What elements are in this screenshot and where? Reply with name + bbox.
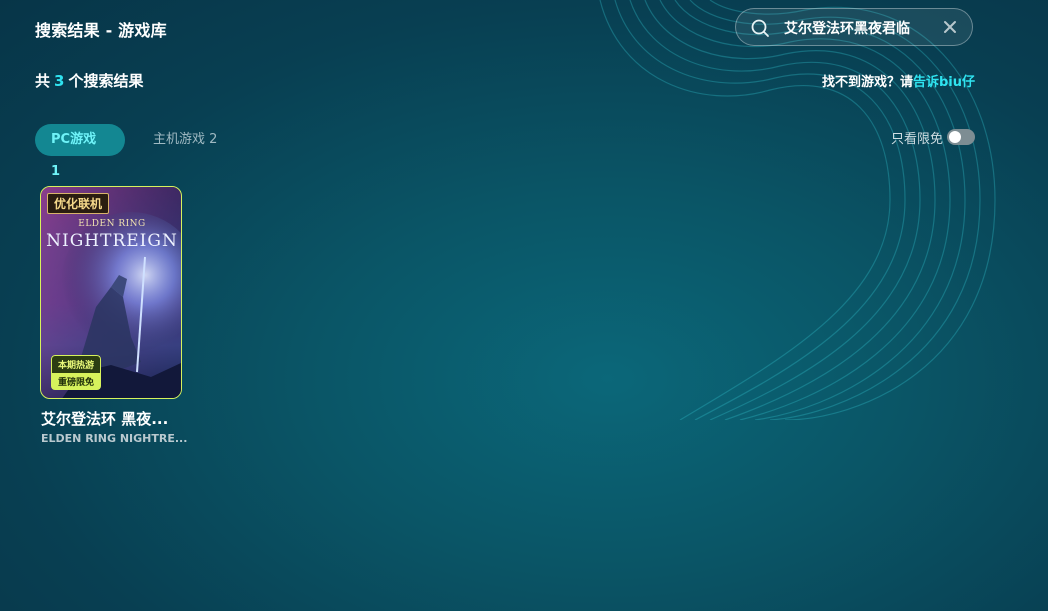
result-count-number: 3 (54, 72, 65, 90)
search-icon[interactable] (750, 18, 770, 38)
search-input[interactable] (784, 18, 934, 38)
tag-free: 重磅限免 (51, 373, 101, 390)
close-icon[interactable] (942, 19, 958, 35)
free-only-toggle[interactable] (947, 129, 975, 145)
tag-hot: 本期热游 (51, 355, 101, 373)
search-box[interactable] (735, 8, 973, 46)
result-count-suffix: 个搜索结果 (68, 72, 144, 90)
not-found-help: 找不到游戏？请告诉biu仔 (822, 71, 975, 90)
page-title: 搜索结果 - 游戏库 (35, 21, 167, 40)
cover-title-nightreign: NIGHTREIGN (46, 231, 178, 251)
result-count: 共 3 个搜索结果 (35, 70, 143, 91)
game-card[interactable]: 优化联机 ELDEN RING NIGHTREIGN 本期热游 重磅限免 (40, 186, 182, 399)
free-only-filter: 只看限免 (891, 127, 975, 147)
help-prefix: 找不到游戏？请 (821, 75, 913, 90)
free-only-label: 只看限免 (890, 131, 943, 147)
tab-pc-games[interactable]: PC游戏 1 (35, 124, 125, 179)
tell-biu-link[interactable]: 告诉biu仔 (913, 75, 975, 90)
result-count-prefix: 共 (35, 72, 51, 90)
game-subtitle: ELDEN RING NIGHTRE... (41, 432, 188, 445)
badge-optimized-online: 优化联机 (47, 193, 110, 214)
badge-hot-free: 本期热游 重磅限免 (51, 355, 101, 390)
toggle-knob (949, 131, 961, 143)
cover-title-elden-ring: ELDEN RING (78, 219, 146, 229)
game-title[interactable]: 艾尔登法环 黑夜... (41, 408, 191, 429)
tab-console-games[interactable]: 主机游戏 2 (137, 124, 233, 156)
background-contour-lines (599, 0, 996, 420)
